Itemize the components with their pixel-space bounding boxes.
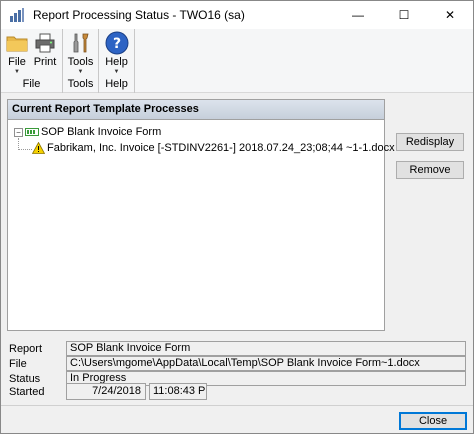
maximize-button[interactable]: ☐ xyxy=(381,1,427,29)
help-icon: ? xyxy=(105,31,129,55)
file-button-label: File xyxy=(8,56,26,68)
redisplay-button[interactable]: Redisplay xyxy=(396,133,464,151)
panel-header: Current Report Template Processes xyxy=(8,100,384,120)
tools-button[interactable]: Tools ▼ xyxy=(65,29,96,77)
window-title: Report Processing Status - TWO16 (sa) xyxy=(33,8,245,22)
status-label: Status xyxy=(9,373,41,385)
close-window-button[interactable]: ✕ xyxy=(427,1,473,29)
svg-text:?: ? xyxy=(112,36,120,52)
process-tree[interactable]: − SOP Blank Invoice Form Fabrikam, Inc. … xyxy=(8,120,395,156)
chevron-down-icon: ▼ xyxy=(77,69,84,75)
tree-node-child[interactable]: Fabrikam, Inc. Invoice [-STDINV2261-] 20… xyxy=(14,140,395,156)
ribbon: File ▼ Print File Tools ▼ Tools ? Help ▼… xyxy=(1,29,473,93)
help-button[interactable]: ? Help ▼ xyxy=(101,29,132,77)
tree-node-label: Fabrikam, Inc. Invoice [-STDINV2261-] 20… xyxy=(47,142,395,154)
started-label: Started xyxy=(9,386,45,398)
ribbon-group-tools: Tools ▼ Tools xyxy=(63,29,99,93)
window-controls: — ☐ ✕ xyxy=(335,1,473,29)
template-icon xyxy=(25,128,39,136)
collapse-icon[interactable]: − xyxy=(14,127,23,137)
tree-node-root[interactable]: − SOP Blank Invoice Form xyxy=(14,124,384,140)
ribbon-group-label: File xyxy=(22,78,41,90)
chevron-down-icon: ▼ xyxy=(113,69,120,75)
tools-button-label: Tools xyxy=(67,56,94,68)
file-label: File xyxy=(9,358,27,370)
started-time: 11:08:43 PM xyxy=(149,383,207,400)
file-button[interactable]: File ▼ xyxy=(3,29,31,77)
ribbon-group-help: ? Help ▼ Help xyxy=(99,29,135,93)
processes-panel: Current Report Template Processes − SOP … xyxy=(7,99,395,331)
title-bar[interactable]: Report Processing Status - TWO16 (sa) — … xyxy=(1,1,473,29)
report-value: SOP Blank Invoice Form xyxy=(66,341,466,356)
report-label: Report xyxy=(9,343,43,355)
ribbon-group-label: Tools xyxy=(67,78,94,90)
ribbon-group-file: File ▼ Print File xyxy=(1,29,63,93)
printer-icon xyxy=(33,31,57,55)
app-icon xyxy=(9,7,25,23)
close-button[interactable]: Close xyxy=(399,412,467,430)
minimize-button[interactable]: — xyxy=(335,1,381,29)
print-button[interactable]: Print xyxy=(31,29,59,77)
file-value: C:\Users\mgome\AppData\Local\Temp\SOP Bl… xyxy=(66,356,466,371)
report-processing-status-window: Report Processing Status - TWO16 (sa) — … xyxy=(0,0,474,434)
help-button-label: Help xyxy=(105,56,128,68)
started-date: 7/24/2018 xyxy=(66,383,146,400)
folder-icon xyxy=(5,31,29,55)
warning-icon xyxy=(32,142,45,154)
bottom-divider xyxy=(1,405,473,406)
tools-icon xyxy=(69,31,93,55)
chevron-down-icon: ▼ xyxy=(14,69,20,75)
ribbon-group-label: Help xyxy=(105,78,128,90)
print-button-label: Print xyxy=(33,56,57,68)
remove-button[interactable]: Remove xyxy=(396,161,464,179)
tree-node-label: SOP Blank Invoice Form xyxy=(41,126,162,138)
